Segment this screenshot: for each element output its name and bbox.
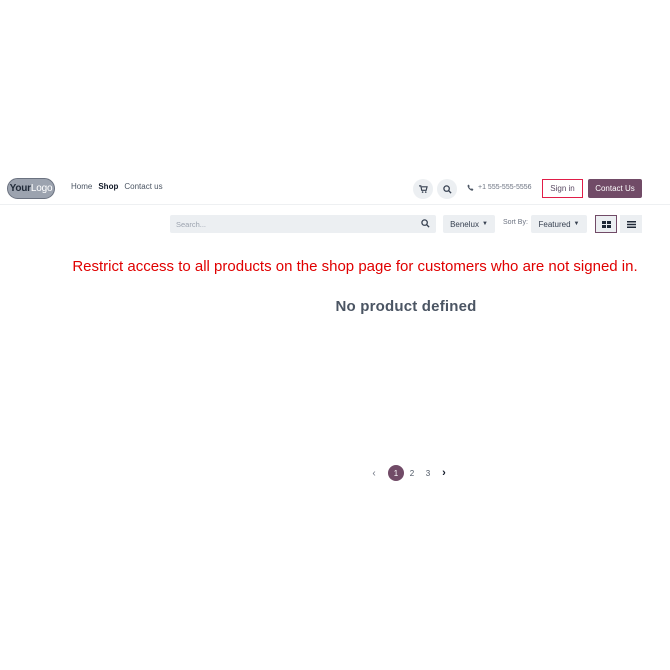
empty-state-message: No product defined xyxy=(335,298,477,315)
phone-number: +1 555-555-5556 xyxy=(478,184,532,191)
site-logo[interactable]: Your Logo xyxy=(7,178,55,199)
phone-icon xyxy=(467,184,474,191)
next-page-button[interactable]: › xyxy=(436,465,452,481)
search-icon xyxy=(442,184,452,194)
search-placeholder: Search... xyxy=(176,219,207,229)
grid-view-toggle[interactable] xyxy=(595,215,617,233)
sign-in-label: Sign in xyxy=(550,184,575,193)
chevron-right-icon: › xyxy=(442,467,446,479)
nav-shop[interactable]: Shop xyxy=(98,182,118,191)
pagination: ‹ 1 2 3 › xyxy=(366,465,452,481)
pricelist-dropdown[interactable]: Benelux ▼ xyxy=(443,215,495,233)
grid-icon xyxy=(601,220,611,228)
contact-us-button[interactable]: Contact Us xyxy=(588,179,642,198)
page-1[interactable]: 1 xyxy=(388,465,404,481)
sort-dropdown[interactable]: Featured ▼ xyxy=(531,215,587,233)
search-input[interactable]: Search... xyxy=(170,215,436,233)
main-nav: Home Shop Contact us xyxy=(71,182,163,191)
header-divider xyxy=(0,204,670,205)
sort-by-label: Sort By: xyxy=(503,219,528,226)
pricelist-label: Benelux xyxy=(450,219,479,229)
chevron-left-icon: ‹ xyxy=(372,467,376,479)
cart-button[interactable] xyxy=(413,179,433,199)
prev-page-button[interactable]: ‹ xyxy=(366,465,382,481)
caret-down-icon: ▼ xyxy=(481,221,488,227)
phone-contact[interactable]: +1 555-555-5556 xyxy=(467,184,532,191)
search-icon[interactable] xyxy=(421,219,430,228)
page-2[interactable]: 2 xyxy=(404,465,420,481)
sign-in-link[interactable]: Sign in xyxy=(542,179,583,198)
caret-down-icon: ▼ xyxy=(573,221,580,227)
search-button[interactable] xyxy=(437,179,457,199)
page-3[interactable]: 3 xyxy=(420,465,436,481)
list-icon xyxy=(626,220,636,228)
cart-icon xyxy=(418,185,428,193)
list-view-toggle[interactable] xyxy=(620,215,642,233)
sort-value: Featured xyxy=(538,219,571,229)
logo-text: Logo xyxy=(30,183,53,194)
contact-us-label: Contact Us xyxy=(595,184,635,193)
nav-contact-us[interactable]: Contact us xyxy=(124,182,162,191)
annotation-text: Restrict access to all products on the s… xyxy=(72,258,638,275)
nav-home[interactable]: Home xyxy=(71,182,92,191)
